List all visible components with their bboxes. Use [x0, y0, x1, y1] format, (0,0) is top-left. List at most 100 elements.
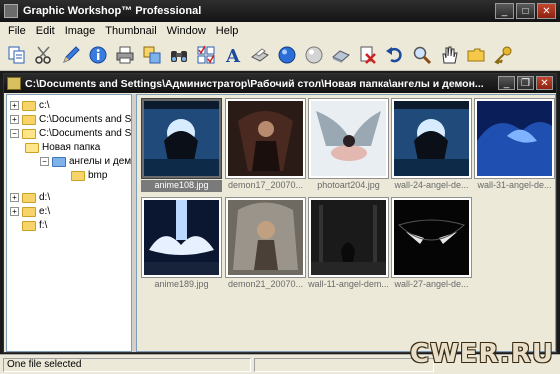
- duplicate-icon[interactable]: [141, 44, 163, 66]
- menu-image[interactable]: Image: [60, 25, 101, 37]
- thumbnail-caption: demon17_20070...: [227, 180, 304, 190]
- doc-minimize-button[interactable]: _: [498, 76, 515, 90]
- thumbnail-image: [228, 101, 303, 176]
- tree-node[interactable]: − ангелы и демо: [40, 155, 132, 168]
- app-window: Graphic Workshop™ Professional _ □ ✕ Fil…: [0, 0, 560, 374]
- thumbnail[interactable]: anime189.jpg: [141, 197, 222, 293]
- tree-expander[interactable]: +: [10, 115, 19, 124]
- key-icon[interactable]: [492, 44, 514, 66]
- folder-icon: [71, 170, 85, 181]
- thumbnail-image: [228, 200, 303, 275]
- tree-node[interactable]: + c:\: [10, 99, 50, 112]
- minimize-icon: _: [503, 77, 510, 89]
- status-pane-empty: [254, 358, 434, 372]
- folder-open-icon: [22, 128, 36, 139]
- tree-node-label: C:\Documents and Se: [39, 128, 132, 139]
- thumbnail[interactable]: anime108.jpg: [141, 98, 222, 194]
- text-icon[interactable]: A: [222, 44, 244, 66]
- maximize-button[interactable]: □: [516, 3, 535, 19]
- thumbnail[interactable]: wall-27-angel-de...: [391, 197, 472, 293]
- thumbnail-frame: [308, 98, 389, 179]
- thumbnail[interactable]: wall-31-angel-de...: [474, 98, 555, 194]
- checklist-icon[interactable]: [195, 44, 217, 66]
- thumbnail-caption: anime189.jpg: [154, 279, 209, 289]
- thumbnail-frame: [391, 98, 472, 179]
- tree-node-label: d:\: [39, 192, 51, 203]
- minimize-button[interactable]: _: [495, 3, 514, 19]
- copy-icon[interactable]: [6, 44, 28, 66]
- thumbnail[interactable]: wall-24-angel-de...: [391, 98, 472, 194]
- tree-node[interactable]: + d:\: [10, 191, 50, 204]
- tree-node[interactable]: bmp: [71, 169, 107, 182]
- delete-icon[interactable]: [357, 44, 379, 66]
- tree-expander[interactable]: −: [10, 129, 19, 138]
- folder-tree[interactable]: + c:\ + C:\Documents and Set − C:\Docume…: [6, 94, 132, 352]
- tree-expander[interactable]: −: [40, 157, 49, 166]
- thumbnail-image: [394, 101, 469, 176]
- thumbnail[interactable]: photoart204.jpg: [308, 98, 389, 194]
- folder-icon[interactable]: [465, 44, 487, 66]
- title-bar[interactable]: Graphic Workshop™ Professional _ □ ✕: [0, 0, 560, 22]
- window-title: Graphic Workshop™ Professional: [23, 5, 202, 17]
- thumbnail-frame: [225, 98, 306, 179]
- tree-node-label: bmp: [88, 170, 108, 181]
- doc-restore-button[interactable]: ❐: [517, 76, 534, 90]
- eraser-icon[interactable]: [330, 44, 352, 66]
- close-button[interactable]: ✕: [537, 3, 556, 19]
- tree-node-label: ангелы и демо: [69, 156, 132, 167]
- blue-orb-icon[interactable]: [276, 44, 298, 66]
- thumbnail-caption: wall-27-angel-de...: [394, 279, 469, 289]
- menu-thumbnail[interactable]: Thumbnail: [100, 25, 161, 37]
- thumbnail-frame: [225, 197, 306, 278]
- close-icon: ✕: [542, 5, 551, 17]
- tree-node[interactable]: Новая папка: [25, 141, 100, 154]
- menu-window[interactable]: Window: [162, 25, 211, 37]
- tree-node[interactable]: f:\: [22, 219, 47, 232]
- toolbar: A: [0, 39, 560, 71]
- thumbnail[interactable]: wall-11-angel-dem...: [308, 197, 389, 293]
- tree-node-label: C:\Documents and Set: [39, 114, 132, 125]
- thumbnail-frame: [141, 197, 222, 278]
- tree-node[interactable]: + C:\Documents and Set: [10, 113, 132, 126]
- print-icon[interactable]: [114, 44, 136, 66]
- minimize-icon: _: [501, 5, 508, 17]
- thumbnail-caption: wall-24-angel-de...: [394, 180, 469, 190]
- zoom-icon[interactable]: [411, 44, 433, 66]
- info-icon[interactable]: [87, 44, 109, 66]
- menu-help[interactable]: Help: [211, 25, 244, 37]
- tree-node[interactable]: + e:\: [10, 205, 50, 218]
- menu-edit[interactable]: Edit: [31, 25, 60, 37]
- tree-node[interactable]: − C:\Documents and Se: [10, 127, 132, 140]
- document-title-bar[interactable]: C:\Documents and Settings\Администратор\…: [4, 74, 556, 93]
- app-icon[interactable]: [4, 4, 18, 18]
- hand-icon[interactable]: [438, 44, 460, 66]
- menu-bar: File Edit Image Thumbnail Window Help: [0, 22, 560, 39]
- status-text: One file selected: [3, 358, 251, 372]
- scanner-icon[interactable]: [249, 44, 271, 66]
- thumbnail-image: [311, 200, 386, 275]
- thumbnail[interactable]: demon17_20070...: [225, 98, 306, 194]
- thumbnail-frame: [308, 197, 389, 278]
- tree-node-label: c:\: [39, 100, 50, 111]
- undo-icon[interactable]: [384, 44, 406, 66]
- cut-icon[interactable]: [33, 44, 55, 66]
- thumbnail-frame: [141, 98, 222, 179]
- gray-orb-icon[interactable]: [303, 44, 325, 66]
- maximize-icon: □: [522, 5, 529, 17]
- thumbnail[interactable]: demon21_20070...: [225, 197, 306, 293]
- svg-text:A: A: [225, 46, 241, 65]
- document-window: C:\Documents and Settings\Администратор\…: [3, 73, 557, 353]
- pen-icon[interactable]: [60, 44, 82, 66]
- tree-expander[interactable]: +: [10, 207, 19, 216]
- folder-open-icon: [52, 156, 66, 167]
- folder-icon: [22, 220, 36, 231]
- tree-expander[interactable]: +: [10, 193, 19, 202]
- thumbnail-frame: [391, 197, 472, 278]
- tree-node-label: e:\: [39, 206, 51, 217]
- thumbnail-frame: [474, 98, 555, 179]
- binoculars-icon[interactable]: [168, 44, 190, 66]
- tree-expander[interactable]: +: [10, 101, 19, 110]
- document-path: C:\Documents and Settings\Администратор\…: [25, 77, 484, 90]
- doc-close-button[interactable]: ✕: [536, 76, 553, 90]
- menu-file[interactable]: File: [3, 25, 31, 37]
